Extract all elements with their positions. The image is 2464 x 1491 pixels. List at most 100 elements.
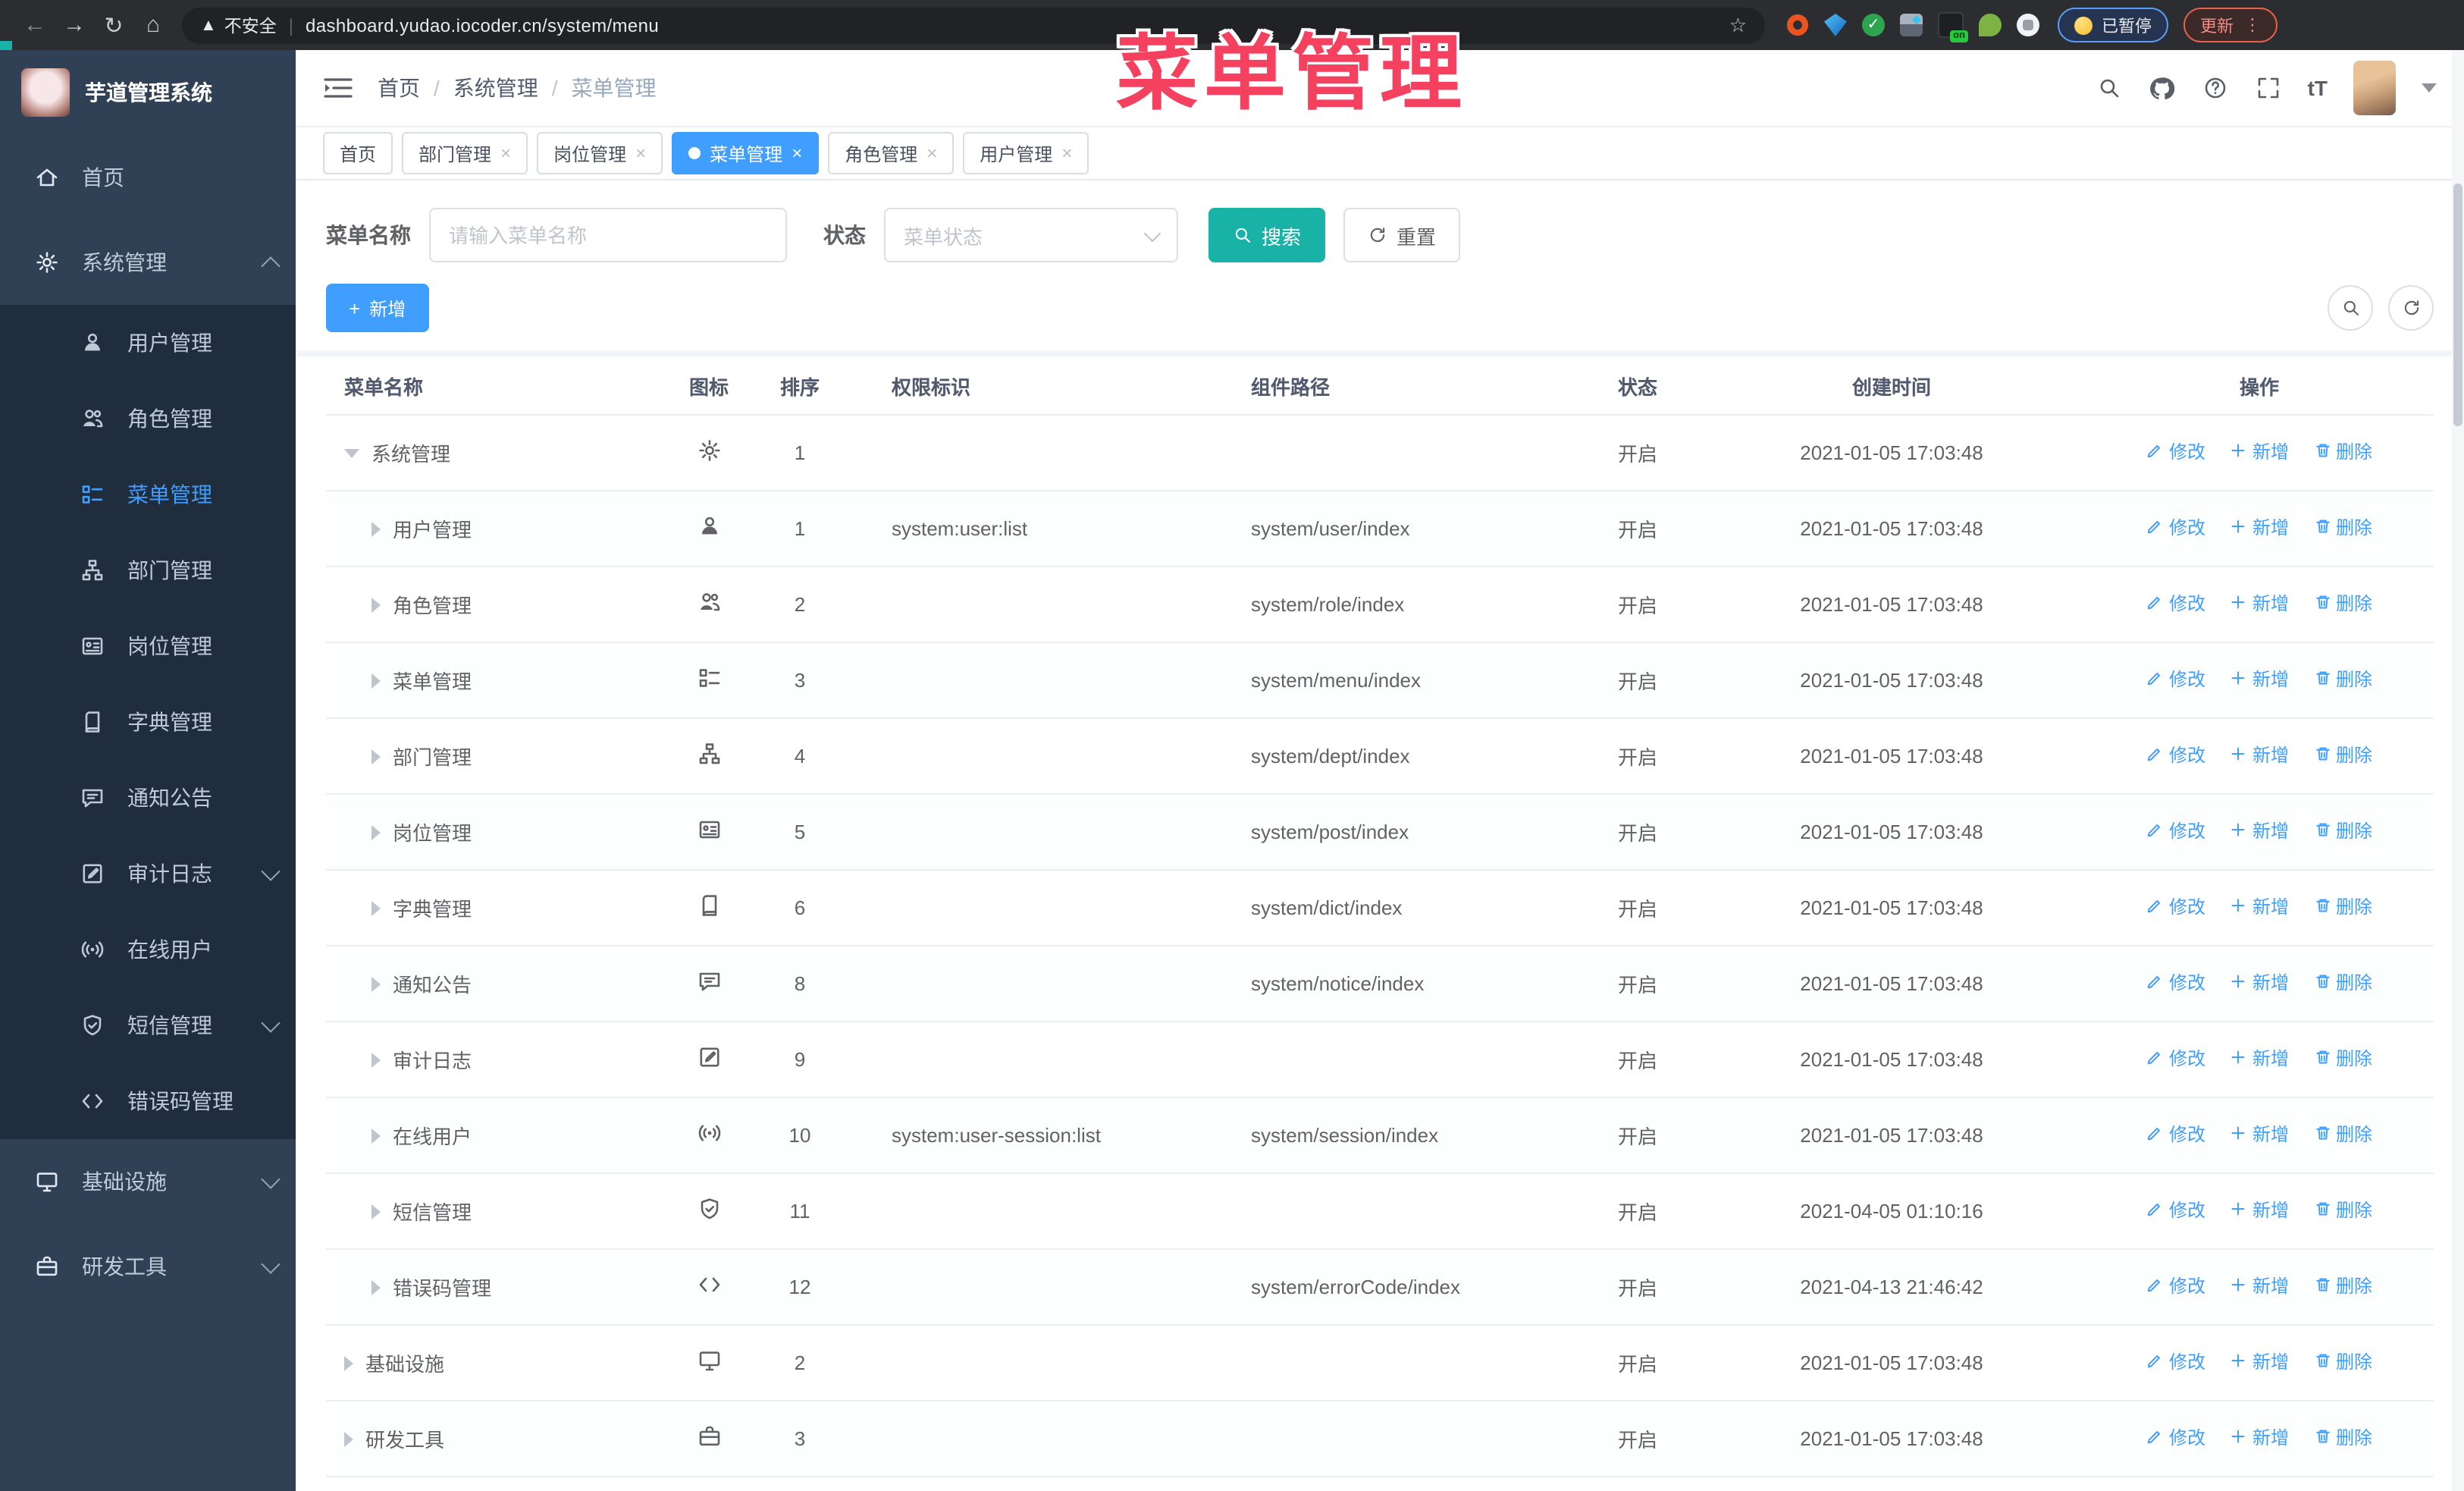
avatar-caret-icon[interactable] [2422,83,2437,93]
sidebar-item-errorcode[interactable]: 错误码管理 [0,1063,296,1139]
edit-link[interactable]: 修改 [2146,514,2205,540]
delete-link[interactable]: 删除 [2313,1348,2372,1374]
tab-首页[interactable]: 首页 [323,132,393,174]
close-icon[interactable]: × [635,144,646,162]
expand-caret-right-icon[interactable] [371,597,381,612]
breadcrumb-item[interactable]: 首页 [378,73,420,103]
address-bar[interactable]: ▲ 不安全 | dashboard.yudao.iocoder.cn/syste… [182,7,1765,43]
expand-caret-right-icon[interactable] [371,976,381,991]
close-icon[interactable]: × [926,144,937,162]
delete-link[interactable]: 删除 [2313,742,2372,767]
close-icon[interactable]: × [792,144,802,162]
edit-link[interactable]: 修改 [2146,590,2205,616]
expand-caret-right-icon[interactable] [371,521,381,536]
edit-link[interactable]: 修改 [2146,1121,2205,1147]
monitor-ext-icon[interactable]: on [1938,12,1968,42]
back-icon[interactable]: ← [15,12,55,38]
expand-caret-right-icon[interactable] [371,1128,381,1143]
add-link[interactable]: 新增 [2230,1348,2289,1374]
edit-link[interactable]: 修改 [2146,893,2205,919]
delete-link[interactable]: 删除 [2313,969,2372,995]
sidebar-item-menu[interactable]: 菜单管理 [0,457,296,532]
menu-dots-icon[interactable]: ⋮ [2244,15,2261,35]
tab-部门管理[interactable]: 部门管理 × [402,132,528,174]
delete-link[interactable]: 删除 [2313,590,2372,616]
home-icon[interactable]: ⌂ [133,12,173,38]
breadcrumb-item[interactable]: 系统管理 [453,73,538,103]
add-link[interactable]: 新增 [2230,1197,2289,1223]
page-scrollbar[interactable] [2452,50,2464,1491]
sidebar-item-infra[interactable]: 基础设施 [0,1139,296,1224]
leaf-ext-icon[interactable] [1979,14,2002,36]
help-icon[interactable] [2202,74,2229,102]
expand-caret-down-icon[interactable] [344,448,359,457]
blue-gem-icon[interactable] [1824,14,1847,36]
add-link[interactable]: 新增 [2230,438,2289,464]
font-size-icon[interactable]: tT [2308,76,2328,100]
status-select[interactable]: 菜单状态 [884,208,1178,262]
delete-link[interactable]: 删除 [2313,666,2372,692]
reset-button[interactable]: 重置 [1343,208,1461,262]
puzzle-ext-icon[interactable] [2017,14,2039,36]
tab-岗位管理[interactable]: 岗位管理 × [537,132,663,174]
close-icon[interactable]: × [1061,144,1072,162]
sidebar-item-online[interactable]: 在线用户 [0,912,296,987]
sidebar-item-user[interactable]: 用户管理 [0,305,296,381]
expand-caret-right-icon[interactable] [371,673,381,688]
add-link[interactable]: 新增 [2230,1273,2289,1298]
edit-link[interactable]: 修改 [2146,969,2205,995]
add-link[interactable]: 新增 [2230,590,2289,616]
menu-name-input[interactable] [429,208,787,262]
delete-link[interactable]: 删除 [2313,438,2372,464]
fullscreen-icon[interactable] [2255,74,2282,102]
bookmark-star-icon[interactable]: ☆ [1729,13,1747,37]
sidebar-item-audit[interactable]: 审计日志 [0,836,296,912]
delete-link[interactable]: 删除 [2313,818,2372,843]
expand-caret-right-icon[interactable] [371,749,381,764]
delete-link[interactable]: 删除 [2313,1197,2372,1223]
edit-link[interactable]: 修改 [2146,818,2205,843]
add-link[interactable]: 新增 [2230,742,2289,767]
sidebar-item-home[interactable]: 首页 [0,135,296,220]
add-link[interactable]: 新增 [2230,818,2289,843]
delete-link[interactable]: 删除 [2313,1121,2372,1147]
delete-link[interactable]: 删除 [2313,1424,2372,1450]
refresh-table-button[interactable] [2388,285,2434,331]
add-link[interactable]: 新增 [2230,1424,2289,1450]
edit-link[interactable]: 修改 [2146,1348,2205,1374]
expand-caret-right-icon[interactable] [344,1431,353,1446]
sidebar-item-dept[interactable]: 部门管理 [0,532,296,608]
show-search-button[interactable] [2328,285,2373,331]
paused-badge[interactable]: 已暂停 [2058,8,2168,42]
sidebar-item-notice[interactable]: 通知公告 [0,760,296,836]
github-icon[interactable] [2149,74,2176,102]
add-link[interactable]: 新增 [2230,514,2289,540]
edit-link[interactable]: 修改 [2146,1424,2205,1450]
expand-caret-right-icon[interactable] [344,1355,353,1370]
sidebar-item-post[interactable]: 岗位管理 [0,608,296,684]
sidebar-item-dict[interactable]: 字典管理 [0,684,296,760]
update-button[interactable]: 更新 ⋮ [2183,8,2277,42]
sidebar-item-system[interactable]: 系统管理 [0,220,296,305]
edit-link[interactable]: 修改 [2146,438,2205,464]
edit-link[interactable]: 修改 [2146,666,2205,692]
delete-link[interactable]: 删除 [2313,1273,2372,1298]
tab-角色管理[interactable]: 角色管理 × [828,132,955,174]
close-icon[interactable]: × [500,144,511,162]
add-link[interactable]: 新增 [2230,666,2289,692]
tab-菜单管理[interactable]: 菜单管理 × [672,132,820,174]
edit-link[interactable]: 修改 [2146,742,2205,767]
expand-caret-right-icon[interactable] [371,1204,381,1219]
reload-icon[interactable]: ↻ [94,11,133,39]
sidebar-item-role[interactable]: 角色管理 [0,381,296,457]
delete-link[interactable]: 删除 [2313,514,2372,540]
edit-link[interactable]: 修改 [2146,1273,2205,1298]
add-link[interactable]: 新增 [2230,1121,2289,1147]
sidebar-item-sms[interactable]: 短信管理 [0,987,296,1063]
grid-widget-icon[interactable] [1900,14,1923,36]
search-icon[interactable] [2096,74,2123,102]
expand-caret-right-icon[interactable] [371,1279,381,1295]
edit-link[interactable]: 修改 [2146,1197,2205,1223]
expand-caret-right-icon[interactable] [371,824,381,840]
tab-用户管理[interactable]: 用户管理 × [963,132,1089,174]
